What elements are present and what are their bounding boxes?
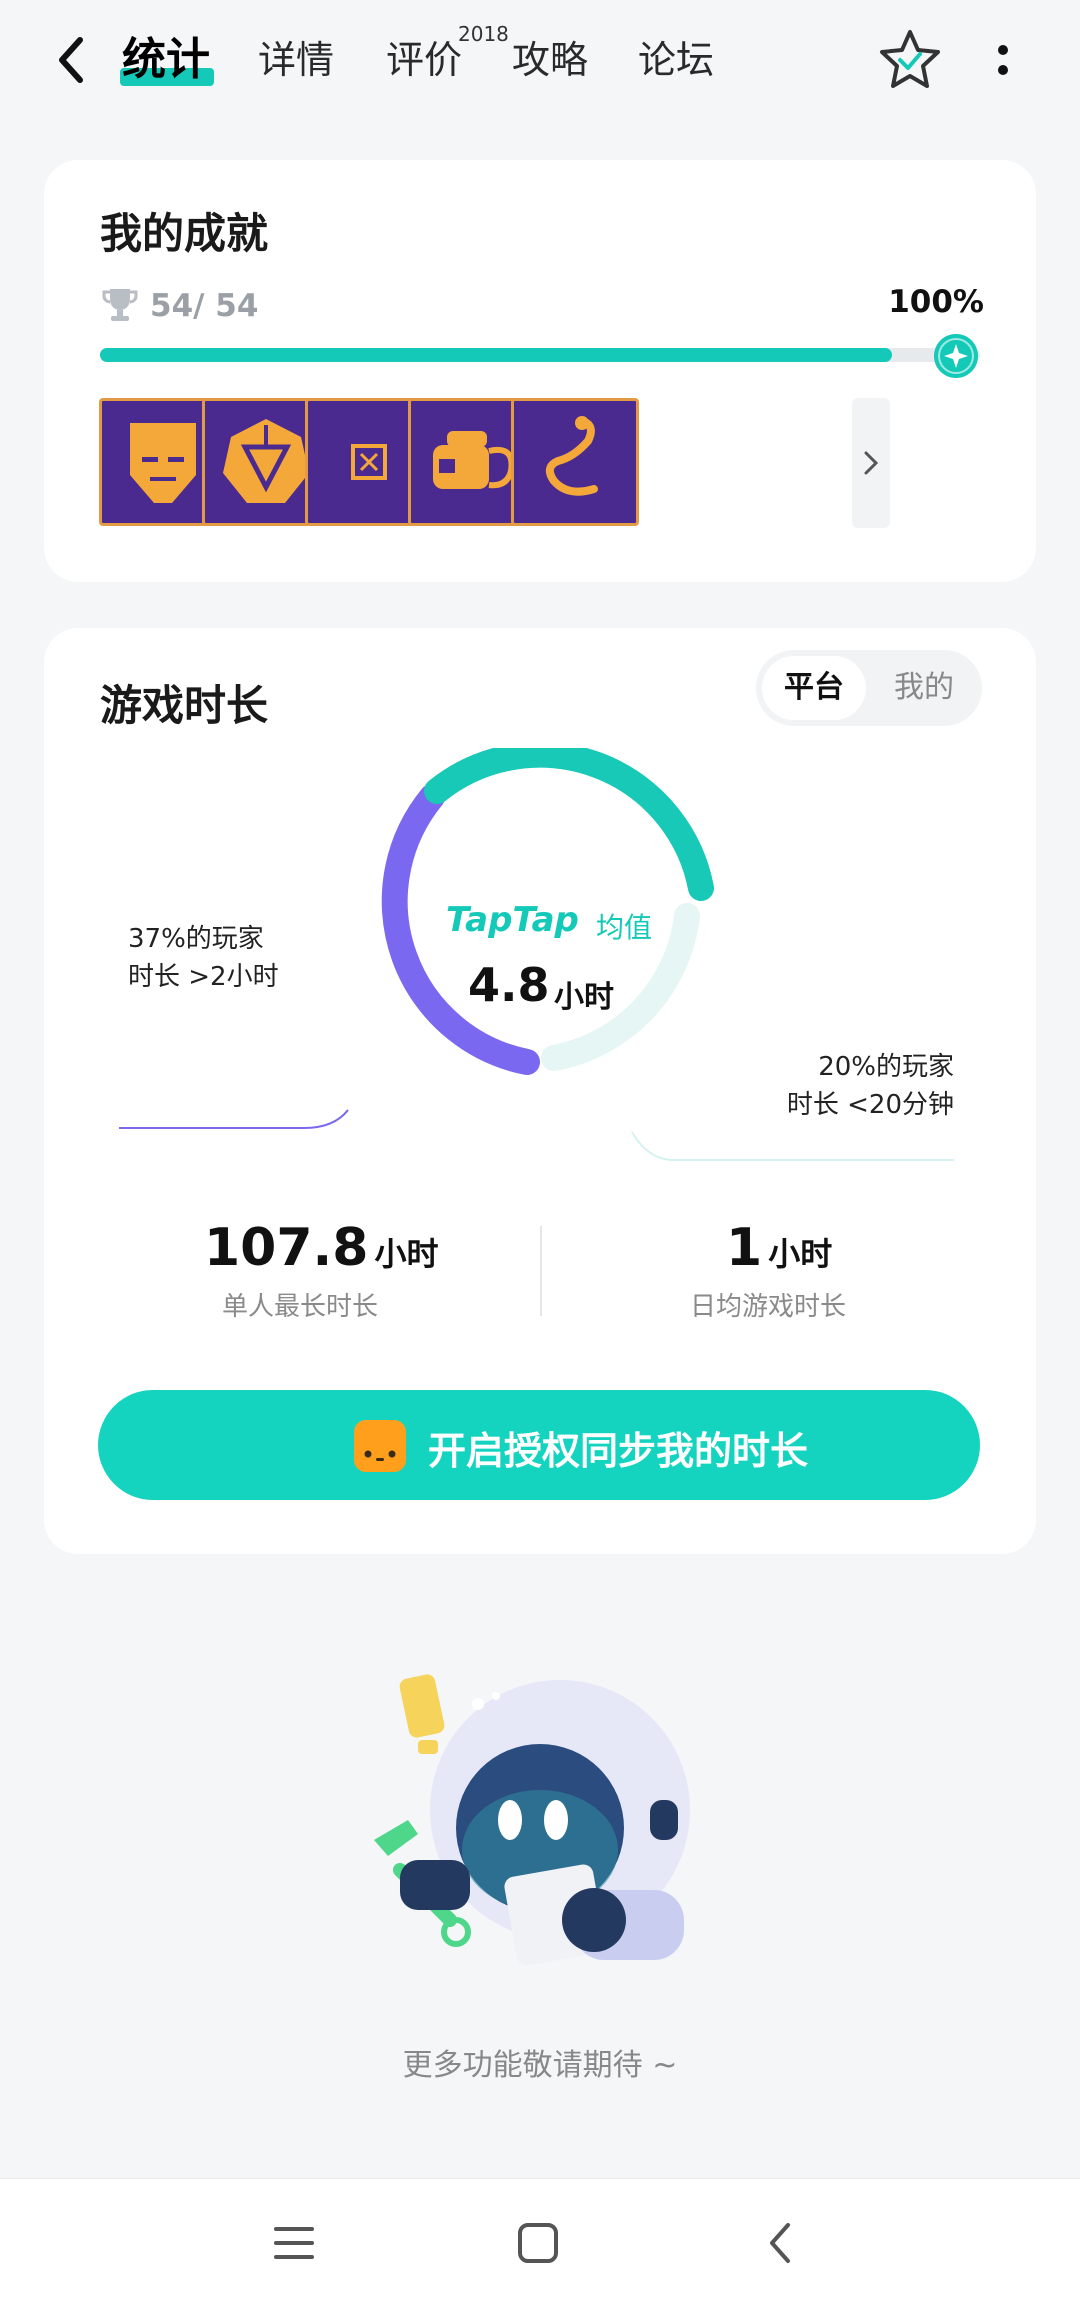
tab-stats[interactable]: 统计 [122,30,210,90]
playtime-card: 游戏时长 平台 我的 TapTap 均值 4.8 小时 37%的玩家 时长 >2… [44,628,1036,1554]
snake-icon [545,416,598,496]
sparkle-icon [934,334,978,378]
achievements-card: 我的成就 54/ 54 100% [44,160,1036,582]
menu-icon[interactable] [270,2219,318,2267]
toggle-mine[interactable]: 我的 [872,656,976,720]
achievement-progress-fill [100,348,892,362]
average-label: 均值 [596,911,653,944]
max-playtime-unit: 小时 [374,1235,439,1273]
taptap-mascot-icon [354,1420,406,1472]
playtime-title: 游戏时长 [100,681,269,730]
system-nav-bar [0,2178,1080,2308]
tab-details[interactable]: 详情 [258,30,334,90]
daily-playtime-number: 1 [726,1218,763,1278]
back-icon[interactable] [52,34,92,86]
achievements-title: 我的成就 [100,209,269,258]
trophy-icon [102,289,138,321]
coming-soon-text: 更多功能敬请期待 ~ [402,2048,678,2083]
daily-playtime-unit: 小时 [768,1235,833,1273]
left-note-line2: 时长 >2小时 [128,962,279,992]
right-leader-line [631,1131,954,1161]
toggle-platform[interactable]: 平台 [762,656,866,720]
stats-divider [540,1226,542,1316]
sync-button-label: 开启授权同步我的时长 [428,1429,809,1473]
right-note: 20%的玩家 时长 <20分钟 [787,1048,954,1124]
daily-playtime-label: 日均游戏时长 [690,1292,847,1322]
badges-next-button[interactable] [852,398,890,528]
platform-toggle: 平台 我的 [756,650,982,726]
star-check-icon[interactable] [878,28,942,90]
achievement-percent: 100% [888,284,984,320]
reviews-count-badge: 2018 [458,22,509,46]
tab-forum[interactable]: 论坛 [638,30,714,90]
left-leader-line [119,1109,349,1129]
right-note-line1: 20%的玩家 [818,1052,954,1082]
taptap-logo-text: TapTap [446,900,579,940]
home-icon[interactable] [514,2219,562,2267]
max-playtime-number: 107.8 [204,1218,369,1278]
daily-playtime-value: 1 小时 [726,1218,832,1278]
max-playtime-value: 107.8 小时 [204,1218,439,1278]
achievement-count: 54/ 54 [150,288,259,324]
tab-guides[interactable]: 攻略 [512,30,588,90]
average-value: 4.8 [468,958,550,1012]
robot-mascot-illustration [374,1674,690,1966]
more-vertical-icon[interactable] [990,40,1016,80]
left-note: 37%的玩家 时长 >2小时 [128,920,279,996]
achievement-badge[interactable] [511,398,639,526]
top-bar: 统计 详情 评价 2018 攻略 论坛 [0,0,1080,120]
chevron-right-icon [864,451,879,475]
left-note-line1: 37%的玩家 [128,924,264,954]
donut-segment-mid [424,748,714,901]
achievement-progress-bar [100,348,980,362]
average-unit: 小时 [554,980,614,1015]
tab-reviews[interactable]: 评价 [386,30,462,90]
max-playtime-label: 单人最长时长 [222,1292,379,1322]
sync-playtime-button[interactable]: 开启授权同步我的时长 [98,1390,980,1500]
back-nav-icon[interactable] [758,2219,806,2267]
right-note-line2: 时长 <20分钟 [786,1090,954,1120]
